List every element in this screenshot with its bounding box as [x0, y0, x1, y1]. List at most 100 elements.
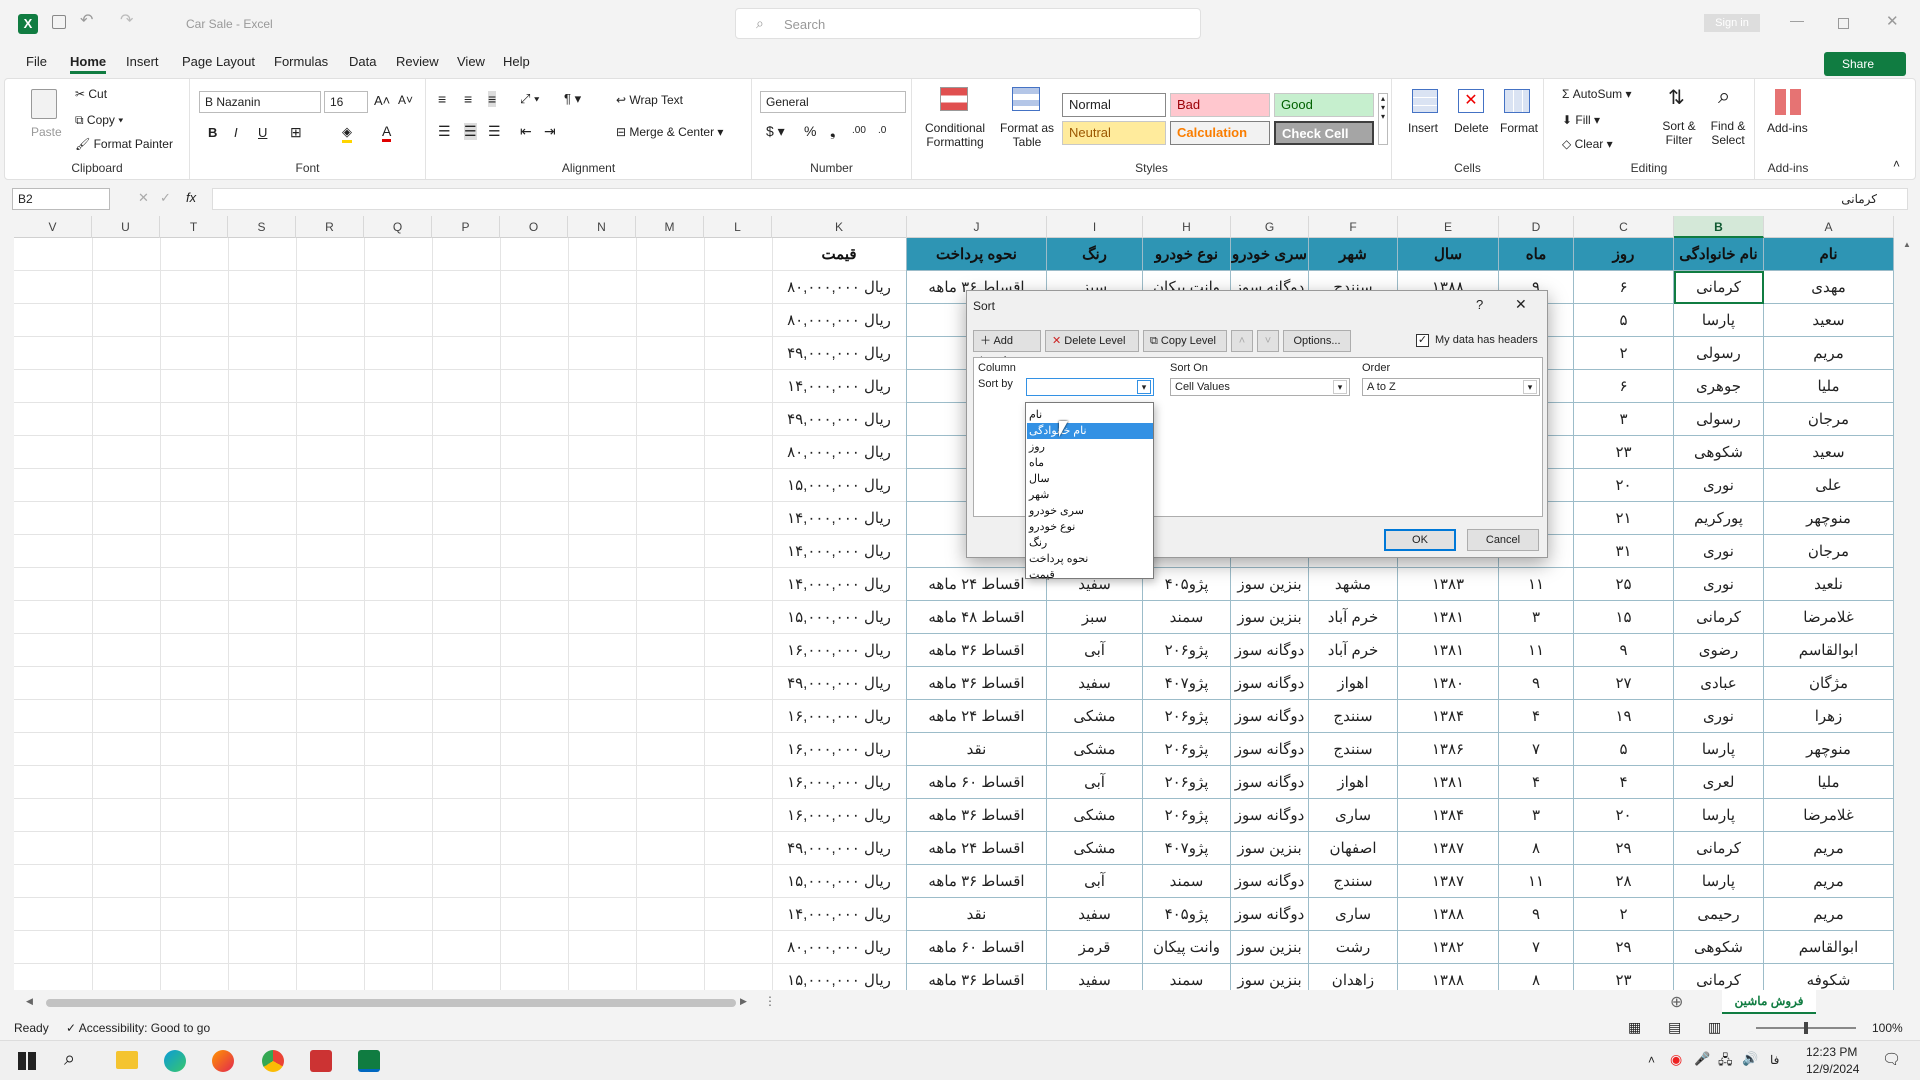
- table-cell[interactable]: آبی: [1047, 865, 1143, 898]
- table-cell[interactable]: ۱۳۸۸: [1398, 898, 1499, 931]
- sort-by-option[interactable]: ماه: [1027, 455, 1153, 471]
- table-cell[interactable]: اقساط ۳۶ ماهه: [907, 799, 1047, 832]
- table-cell[interactable]: ۶: [1574, 271, 1674, 304]
- table-cell[interactable]: بنزین سوز: [1231, 568, 1309, 601]
- table-cell[interactable]: ۱۴,۰۰۰,۰۰۰ ریال: [772, 568, 907, 601]
- volume-icon[interactable]: 🔊: [1742, 1051, 1758, 1067]
- table-cell[interactable]: شکوفه: [1764, 964, 1894, 990]
- table-cell[interactable]: ۱۴,۰۰۰,۰۰۰ ریال: [772, 898, 907, 931]
- clear-button[interactable]: ◇ Clear ▾: [1562, 137, 1613, 151]
- sort-by-option[interactable]: نام خانوادگی: [1027, 423, 1153, 439]
- clock-time[interactable]: 12:23 PM: [1806, 1045, 1857, 1059]
- table-cell[interactable]: ۱۳۸۱: [1398, 601, 1499, 634]
- formula-input[interactable]: کرمانی: [212, 188, 1908, 210]
- table-cell[interactable]: ۲: [1574, 337, 1674, 370]
- column-header-s[interactable]: S: [228, 216, 296, 238]
- table-cell[interactable]: ۹: [1499, 667, 1574, 700]
- table-cell[interactable]: ۶: [1574, 370, 1674, 403]
- cancel-button[interactable]: Cancel: [1467, 529, 1539, 551]
- redo-icon[interactable]: ↷: [120, 10, 133, 30]
- table-cell[interactable]: ۱۱: [1499, 568, 1574, 601]
- table-cell[interactable]: سنندج: [1309, 733, 1398, 766]
- table-cell[interactable]: اقساط ۶۰ ماهه: [907, 931, 1047, 964]
- column-header-r[interactable]: R: [296, 216, 364, 238]
- help-icon[interactable]: ?: [1476, 297, 1483, 312]
- table-cell[interactable]: اقساط ۳۶ ماهه: [907, 667, 1047, 700]
- style-normal[interactable]: Normal: [1062, 93, 1166, 117]
- font-size-select[interactable]: 16: [324, 91, 368, 113]
- tab-view[interactable]: View: [457, 54, 485, 69]
- column-title[interactable]: نام خانوادگی: [1674, 238, 1764, 271]
- table-cell[interactable]: پارسا: [1674, 733, 1764, 766]
- table-cell[interactable]: ۸۰,۰۰۰,۰۰۰ ریال: [772, 271, 907, 304]
- table-cell[interactable]: ۱۳۸۱: [1398, 766, 1499, 799]
- table-cell[interactable]: مشهد: [1309, 568, 1398, 601]
- save-icon[interactable]: [52, 15, 66, 29]
- table-cell[interactable]: دوگانه سوز: [1231, 766, 1309, 799]
- language-indicator[interactable]: فا: [1770, 1053, 1779, 1067]
- table-cell[interactable]: ۷: [1499, 931, 1574, 964]
- column-header-i[interactable]: I: [1047, 216, 1143, 238]
- table-cell[interactable]: مشکی: [1047, 832, 1143, 865]
- cancel-entry-icon[interactable]: ✕: [138, 190, 149, 206]
- fill-button[interactable]: ⬇ Fill ▾: [1562, 113, 1600, 127]
- paste-button[interactable]: Paste: [31, 125, 62, 139]
- styles-more-icon[interactable]: ▴ ▾ ▾: [1378, 93, 1388, 145]
- name-box[interactable]: B2: [12, 188, 110, 210]
- tab-formulas[interactable]: Formulas: [274, 54, 328, 69]
- rtl-icon[interactable]: ¶ ▾: [564, 91, 581, 107]
- table-cell[interactable]: رسولی: [1674, 403, 1764, 436]
- table-cell[interactable]: نوری: [1674, 469, 1764, 502]
- column-header-e[interactable]: E: [1398, 216, 1499, 238]
- table-cell[interactable]: پژو۴۰۷: [1143, 667, 1231, 700]
- close-window-icon[interactable]: ✕: [1886, 12, 1899, 30]
- column-header-a[interactable]: A: [1764, 216, 1894, 238]
- column-title[interactable]: قیمت: [772, 238, 907, 271]
- column-header-b[interactable]: B: [1674, 216, 1764, 238]
- cut-button[interactable]: ✂ Cut: [75, 87, 107, 101]
- column-header-q[interactable]: Q: [364, 216, 432, 238]
- column-title[interactable]: سری خودرو: [1231, 238, 1309, 271]
- tab-file[interactable]: File: [26, 54, 47, 69]
- table-cell[interactable]: مشکی: [1047, 799, 1143, 832]
- table-cell[interactable]: اقساط ۲۴ ماهه: [907, 700, 1047, 733]
- table-cell[interactable]: زهرا: [1764, 700, 1894, 733]
- increase-decimal-icon[interactable]: .00: [852, 125, 866, 136]
- table-cell[interactable]: مهدی: [1764, 271, 1894, 304]
- insert-cells-icon[interactable]: [1412, 89, 1438, 113]
- table-cell[interactable]: نوری: [1674, 700, 1764, 733]
- sort-by-option[interactable]: رنگ: [1027, 535, 1153, 551]
- column-title[interactable]: روز: [1574, 238, 1674, 271]
- insert-function-icon[interactable]: fx: [186, 190, 196, 205]
- column-header-f[interactable]: F: [1309, 216, 1398, 238]
- table-cell[interactable]: زاهدان: [1309, 964, 1398, 990]
- style-bad[interactable]: Bad: [1170, 93, 1270, 117]
- table-cell[interactable]: سفید: [1047, 667, 1143, 700]
- table-cell[interactable]: ملیا: [1764, 370, 1894, 403]
- underline-button[interactable]: U: [258, 125, 267, 140]
- options-button[interactable]: Options...: [1283, 330, 1351, 352]
- table-cell[interactable]: ۴: [1499, 700, 1574, 733]
- page-break-view-icon[interactable]: ▥: [1708, 1019, 1721, 1036]
- table-cell[interactable]: ۲۸: [1574, 865, 1674, 898]
- sort-by-select[interactable]: ▾: [1026, 378, 1154, 396]
- tab-help[interactable]: Help: [503, 54, 530, 69]
- align-bottom-icon[interactable]: ≡: [488, 91, 497, 107]
- table-cell[interactable]: ۳: [1499, 799, 1574, 832]
- table-cell[interactable]: دوگانه سوز: [1231, 799, 1309, 832]
- font-name-select[interactable]: B Nazanin: [199, 91, 321, 113]
- delete-cells-button[interactable]: Delete: [1454, 121, 1489, 135]
- orientation-icon[interactable]: ⤢ ▾: [520, 91, 539, 107]
- format-as-table-icon[interactable]: [1012, 87, 1040, 111]
- number-format-select[interactable]: General: [760, 91, 906, 113]
- table-cell[interactable]: ۹: [1574, 634, 1674, 667]
- table-cell[interactable]: دوگانه سوز: [1231, 667, 1309, 700]
- table-cell[interactable]: عبادی: [1674, 667, 1764, 700]
- tab-review[interactable]: Review: [396, 54, 439, 69]
- table-cell[interactable]: پژو۲۰۶: [1143, 799, 1231, 832]
- shrink-font-icon[interactable]: A˅: [398, 93, 413, 107]
- headers-checkbox[interactable]: ✓: [1416, 334, 1429, 347]
- table-cell[interactable]: ساری: [1309, 799, 1398, 832]
- column-title[interactable]: سال: [1398, 238, 1499, 271]
- table-cell[interactable]: ۱۵,۰۰۰,۰۰۰ ریال: [772, 865, 907, 898]
